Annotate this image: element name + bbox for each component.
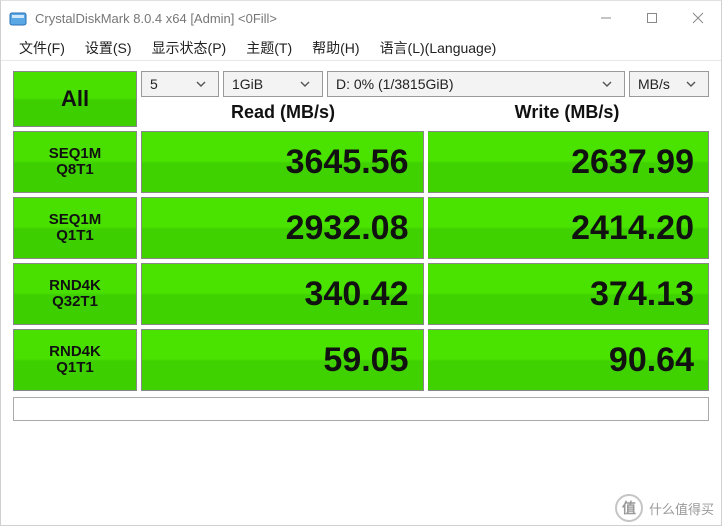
all-button-label: All [61, 86, 89, 112]
write-header: Write (MB/s) [425, 99, 709, 125]
maximize-button[interactable] [629, 1, 675, 35]
test-row-rnd4k-q32t1: RND4K Q32T1 340.42 374.13 [13, 263, 709, 325]
chevron-down-icon [192, 81, 210, 87]
minimize-button[interactable] [583, 1, 629, 35]
write-value: 2414.20 [428, 197, 710, 259]
menu-theme[interactable]: 主题(T) [238, 36, 300, 60]
write-value: 374.13 [428, 263, 710, 325]
test-label-line2: Q1T1 [56, 360, 94, 376]
status-bar [13, 397, 709, 421]
write-value: 90.64 [428, 329, 710, 391]
read-value: 2932.08 [141, 197, 424, 259]
test-label-line1: SEQ1M [49, 146, 102, 162]
menubar: 文件(F) 设置(S) 显示状态(P) 主题(T) 帮助(H) 语言(L)(La… [1, 35, 721, 61]
selectors: 5 1GiB D: 0% (1/3815GiB) MB/s [141, 71, 709, 127]
app-icon [9, 9, 27, 27]
window-title: CrystalDiskMark 8.0.4 x64 [Admin] <0Fill… [35, 11, 277, 26]
menu-help[interactable]: 帮助(H) [304, 36, 367, 60]
read-header: Read (MB/s) [141, 99, 425, 125]
watermark-text: 什么值得买 [649, 499, 714, 518]
control-row: All 5 1GiB D: 0% (1/3815GiB) [13, 71, 709, 127]
menu-settings[interactable]: 设置(S) [77, 36, 140, 60]
drive-value: D: 0% (1/3815GiB) [336, 76, 454, 92]
read-value: 59.05 [141, 329, 424, 391]
read-value: 3645.56 [141, 131, 424, 193]
menu-display-state[interactable]: 显示状态(P) [144, 36, 235, 60]
test-button-seq1m-q1t1[interactable]: SEQ1M Q1T1 [13, 197, 137, 259]
header-row: Read (MB/s) Write (MB/s) [141, 99, 709, 125]
watermark: 值 什么值得买 [615, 494, 714, 522]
test-label-line1: SEQ1M [49, 212, 102, 228]
window-controls [583, 1, 721, 35]
unit-value: MB/s [638, 76, 670, 92]
write-value: 2637.99 [428, 131, 710, 193]
count-value: 5 [150, 76, 158, 92]
all-button[interactable]: All [13, 71, 137, 127]
test-label-line1: RND4K [49, 344, 101, 360]
chevron-down-icon [296, 81, 314, 87]
test-label-line2: Q32T1 [52, 294, 98, 310]
test-label-line2: Q1T1 [56, 228, 94, 244]
test-row-seq1m-q1t1: SEQ1M Q1T1 2932.08 2414.20 [13, 197, 709, 259]
chevron-down-icon [682, 81, 700, 87]
app-window: CrystalDiskMark 8.0.4 x64 [Admin] <0Fill… [0, 0, 722, 526]
content-area: All 5 1GiB D: 0% (1/3815GiB) [1, 61, 721, 525]
test-button-rnd4k-q32t1[interactable]: RND4K Q32T1 [13, 263, 137, 325]
menu-file[interactable]: 文件(F) [11, 36, 73, 60]
read-value: 340.42 [141, 263, 424, 325]
drive-select[interactable]: D: 0% (1/3815GiB) [327, 71, 625, 97]
titlebar: CrystalDiskMark 8.0.4 x64 [Admin] <0Fill… [1, 1, 721, 35]
test-row-rnd4k-q1t1: RND4K Q1T1 59.05 90.64 [13, 329, 709, 391]
watermark-badge: 值 [615, 494, 643, 522]
chevron-down-icon [598, 81, 616, 87]
test-button-seq1m-q8t1[interactable]: SEQ1M Q8T1 [13, 131, 137, 193]
test-button-rnd4k-q1t1[interactable]: RND4K Q1T1 [13, 329, 137, 391]
close-button[interactable] [675, 1, 721, 35]
test-label-line2: Q8T1 [56, 162, 94, 178]
size-select[interactable]: 1GiB [223, 71, 323, 97]
unit-select[interactable]: MB/s [629, 71, 709, 97]
test-label-line1: RND4K [49, 278, 101, 294]
menu-language[interactable]: 语言(L)(Language) [372, 36, 505, 60]
test-row-seq1m-q8t1: SEQ1M Q8T1 3645.56 2637.99 [13, 131, 709, 193]
count-select[interactable]: 5 [141, 71, 219, 97]
size-value: 1GiB [232, 76, 263, 92]
